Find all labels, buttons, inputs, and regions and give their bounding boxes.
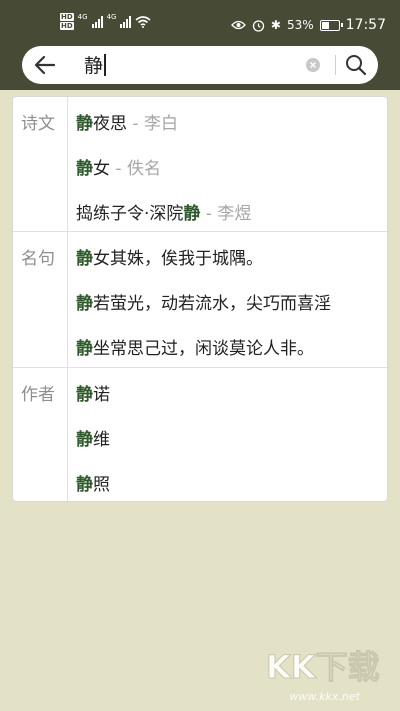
section-poems: 诗文 静夜思 - 李白 静女 - 佚名 捣练子令·深院静 - 李煜 xyxy=(13,97,387,231)
alarm-icon xyxy=(252,19,265,32)
hd-badge: HD HD xyxy=(60,13,74,30)
text-cursor xyxy=(104,54,106,76)
bluetooth-icon: ✱ xyxy=(270,18,281,32)
section-label: 诗文 xyxy=(21,114,55,134)
svg-text:KK下载: KK下载 xyxy=(266,648,380,686)
watermark-url: www.kkx.net xyxy=(289,690,360,703)
result-item[interactable]: 静照 xyxy=(76,470,110,495)
search-input[interactable]: 静 xyxy=(84,54,106,77)
result-item[interactable]: 静女 - 佚名 xyxy=(76,154,161,179)
clear-circle-icon[interactable] xyxy=(306,58,320,72)
search-box: 静 xyxy=(22,46,378,84)
signal-icon-2 xyxy=(120,15,132,28)
battery-icon xyxy=(319,19,343,31)
network-indicators: HD HD 4G 4G xyxy=(60,13,151,30)
signal-tag-1: 4G xyxy=(77,12,88,21)
section-divider xyxy=(67,97,68,231)
wifi-icon xyxy=(135,15,151,28)
section-quotes: 名句 静女其姝，俟我于城隅。 静若萤光，动若流水，尖巧而喜淫 静坐常思己过，闲谈… xyxy=(13,231,387,368)
battery-percent: 53% xyxy=(286,18,314,32)
section-divider xyxy=(67,368,68,501)
section-authors: 作者 静诺 静维 静照 xyxy=(13,367,387,501)
magnifier-icon[interactable] xyxy=(344,53,368,77)
section-label: 作者 xyxy=(21,385,55,405)
result-item[interactable]: 捣练子令·深院静 - 李煜 xyxy=(76,199,251,224)
status-right: ✱ 53% 17:57 xyxy=(231,17,386,33)
signal-tag-2: 4G xyxy=(106,12,117,21)
result-item[interactable]: 静维 xyxy=(76,425,110,450)
signal-icon xyxy=(91,15,103,28)
status-bar: HD HD 4G 4G ✱ 53% 17:57 xyxy=(0,0,400,46)
result-item[interactable]: 静女其姝，俟我于城隅。 xyxy=(76,244,263,269)
section-label: 名句 xyxy=(21,249,55,269)
section-divider xyxy=(67,232,68,368)
clock: 17:57 xyxy=(345,17,386,33)
search-divider xyxy=(335,55,336,75)
eye-icon xyxy=(231,20,246,30)
results-card: 诗文 静夜思 - 李白 静女 - 佚名 捣练子令·深院静 - 李煜 名句 静女其… xyxy=(12,96,388,502)
arrow-left-icon[interactable] xyxy=(32,53,58,77)
result-item[interactable]: 静坐常思己过，闲谈莫论人非。 xyxy=(76,334,314,359)
watermark-logo: KK下载 xyxy=(266,648,380,687)
result-item[interactable]: 静夜思 - 李白 xyxy=(76,109,178,134)
result-item[interactable]: 静诺 xyxy=(76,380,110,405)
result-item[interactable]: 静若萤光，动若流水，尖巧而喜淫 xyxy=(76,289,331,314)
